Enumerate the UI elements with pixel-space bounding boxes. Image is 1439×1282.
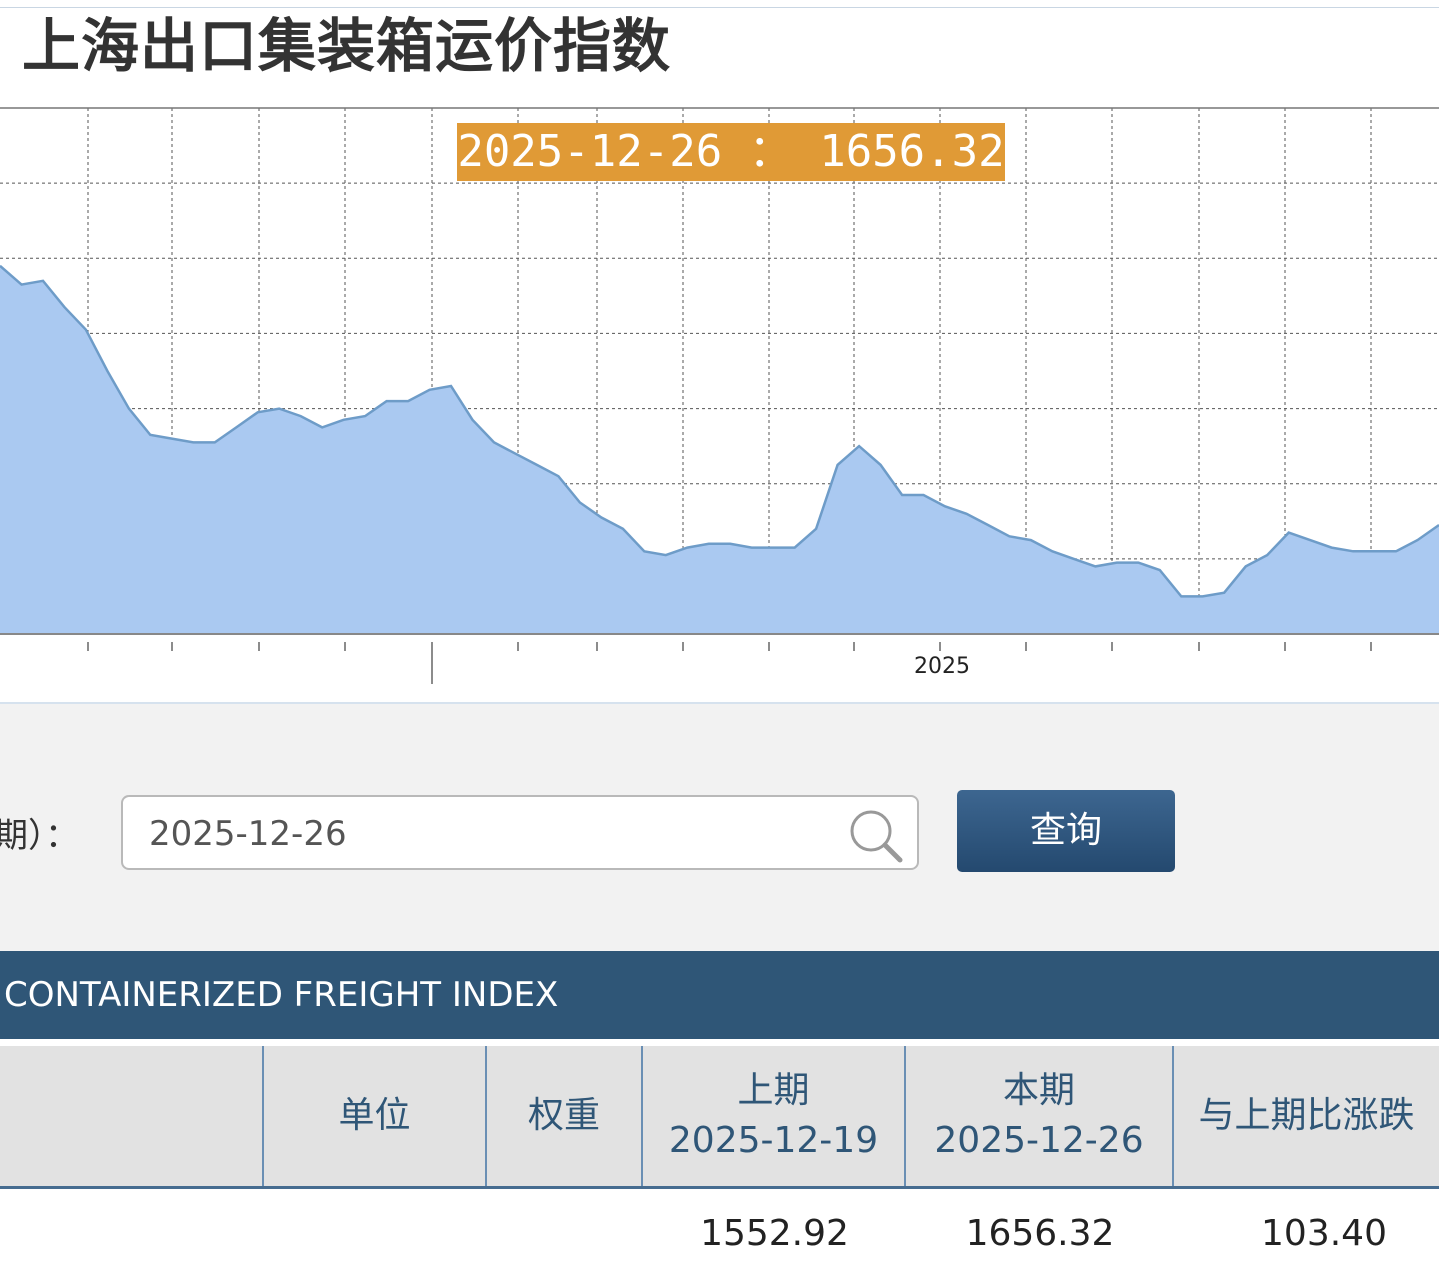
freight-index-chart[interactable] [0,0,1439,702]
col-header-curr-date: 2025-12-26 [934,1120,1144,1161]
cell-change-value: 103.40 [1261,1213,1387,1254]
table-title-bar: CONTAINERIZED FREIGHT INDEX [0,951,1439,1039]
col-header-curr: 本期 2025-12-26 [906,1046,1174,1186]
date-input[interactable]: 2025-12-26 [121,795,919,870]
col-header-curr-label: 本期 [1002,1070,1075,1111]
date-field-label: 期）： [0,816,79,856]
query-button[interactable]: 查询 [957,790,1175,872]
col-header-unit: 单位 [264,1046,487,1186]
table-column-headers: 单位 权重 上期 2025-12-19 本期 2025-12-26 与上期比涨跌 [0,1046,1439,1189]
col-header-change-label: 与上期比涨跌 [1198,1095,1415,1136]
col-header-prev-label: 上期 [737,1070,810,1111]
table-title: CONTAINERIZED FREIGHT INDEX [4,975,559,1015]
col-header-prev-date: 2025-12-19 [668,1120,879,1161]
x-axis-tick-label: 2025 [914,654,970,679]
chart-panel: 上海出口集装箱运价指数 2025-12-26 ： 1656.32 2025 [0,0,1439,704]
col-header-route [0,1046,264,1186]
col-header-weight: 权重 [487,1046,643,1186]
col-header-unit-label: 单位 [338,1095,411,1136]
cell-prev-value: 1552.92 [700,1213,849,1254]
col-header-change: 与上期比涨跌 [1174,1046,1439,1186]
search-icon[interactable] [847,807,905,865]
series-area [0,265,1439,634]
cell-curr-value: 1656.32 [965,1213,1115,1254]
col-header-prev: 上期 2025-12-19 [643,1046,906,1186]
table-row: 1552.92 1656.32 103.40 [0,1189,1439,1282]
chart-tooltip: 2025-12-26 ： 1656.32 [457,123,1005,181]
col-header-weight-label: 权重 [527,1095,600,1136]
table-spacer [0,1039,1439,1046]
date-input-value: 2025-12-26 [149,814,347,854]
